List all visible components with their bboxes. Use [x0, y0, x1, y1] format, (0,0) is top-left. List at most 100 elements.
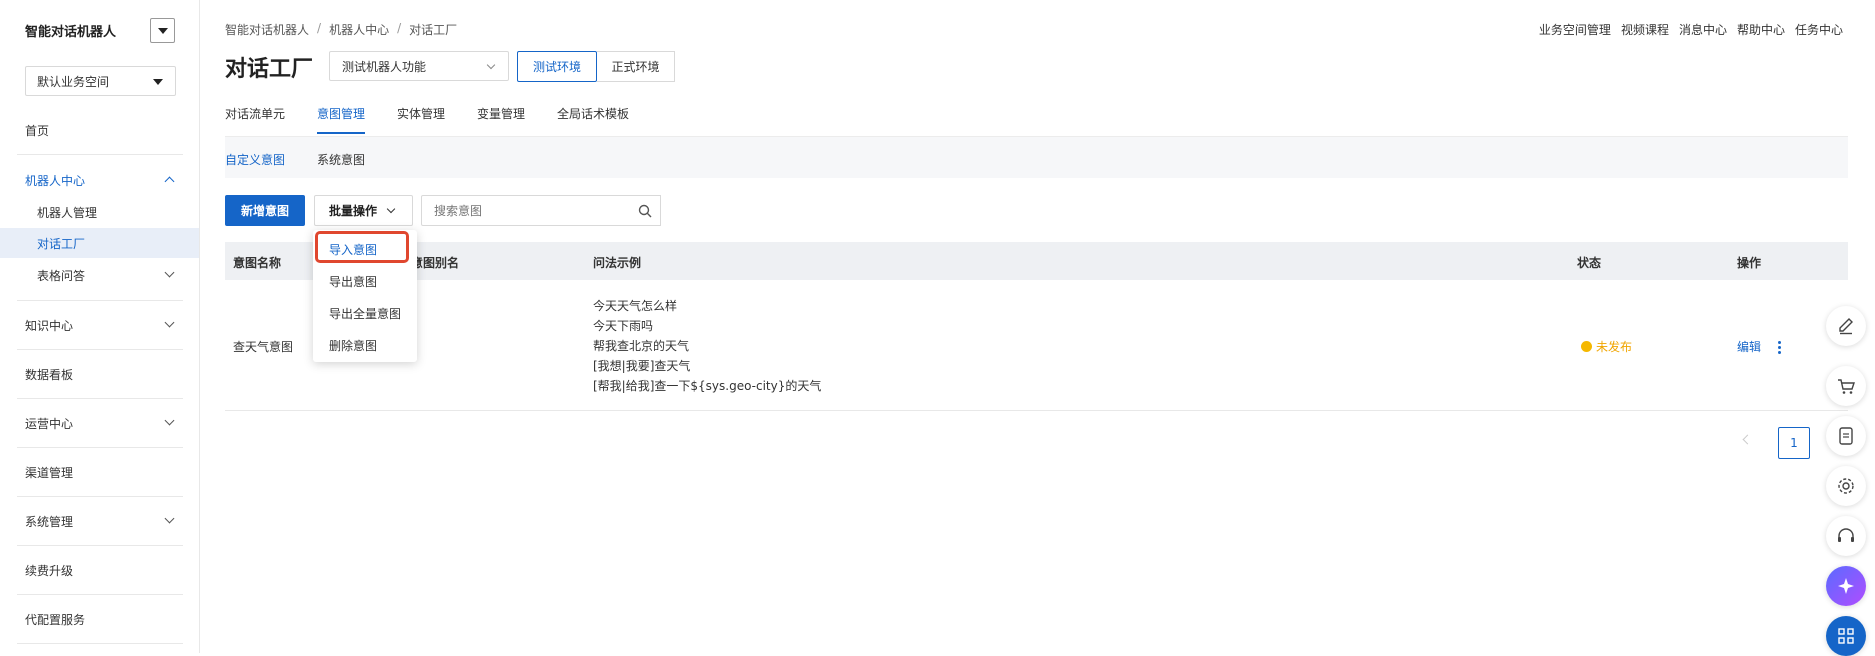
workspace-select[interactable]: 默认业务空间: [25, 66, 176, 96]
workspace-value: 默认业务空间: [37, 74, 110, 89]
search-input[interactable]: [421, 195, 631, 226]
page-title: 对话工厂: [225, 57, 314, 82]
prev-page-icon[interactable]: [1742, 434, 1753, 445]
link-task-center[interactable]: 任务中心: [1795, 21, 1843, 38]
sidebar-item-dashboard[interactable]: 数据看板: [0, 359, 199, 389]
divider: [17, 398, 183, 399]
breadcrumb-item[interactable]: 机器人中心: [329, 21, 389, 38]
chevron-up-icon: [164, 176, 175, 187]
more-actions-icon[interactable]: [1778, 341, 1781, 354]
link-workspace-management[interactable]: 业务空间管理: [1539, 21, 1611, 38]
app-switch-button[interactable]: [150, 18, 175, 43]
table-header: 意图名称 意图别名 问法示例 状态 操作: [225, 242, 1848, 280]
intent-name: 查天气意图: [233, 340, 294, 354]
sidebar-item-home[interactable]: 首页: [0, 115, 199, 145]
menu-item-export-intent[interactable]: 导出意图: [329, 273, 377, 290]
sidebar-item-channel-management[interactable]: 渠道管理: [0, 457, 199, 487]
sidebar-item-system-management[interactable]: 系统管理: [0, 506, 199, 536]
batch-operation-button[interactable]: 批量操作: [314, 195, 413, 226]
sidebar: 智能对话机器人 默认业务空间 首页 机器人中心 机器人管理 对话工厂 表格问答 …: [0, 0, 200, 653]
column-header: 问法示例: [593, 256, 642, 270]
sidebar-item-renewal[interactable]: 续费升级: [0, 555, 199, 585]
tab-global-template[interactable]: 全局话术模板: [557, 105, 629, 122]
chevron-down-icon: [164, 317, 175, 328]
status-dot-icon: [1581, 341, 1592, 352]
example-item: 帮我查北京的天气: [593, 339, 690, 353]
divider: [17, 594, 183, 595]
active-tab-indicator: [317, 132, 365, 134]
caret-down-icon: [153, 79, 163, 85]
sidebar-item-dialog-factory[interactable]: 对话工厂: [0, 228, 199, 258]
cart-icon: [1838, 379, 1855, 394]
edit-link[interactable]: 编辑: [1737, 338, 1761, 355]
bot-select[interactable]: 测试机器人功能: [329, 51, 509, 81]
float-settings-button[interactable]: [1826, 466, 1866, 506]
float-apps-button[interactable]: [1826, 616, 1866, 656]
edit-icon: [1839, 318, 1853, 335]
table-row: 查天气意图 今天天气怎么样 今天下雨吗 帮我查北京的天气 [我想|我要]查天气 …: [225, 280, 1848, 411]
chevron-down-icon: [164, 267, 175, 278]
breadcrumb-item[interactable]: 智能对话机器人: [225, 21, 309, 38]
float-app-button[interactable]: [1826, 416, 1866, 456]
subtab-system-intent[interactable]: 系统意图: [317, 151, 365, 168]
settings-icon: [1838, 478, 1854, 494]
subtab-bar: 自定义意图 系统意图: [225, 136, 1848, 178]
breadcrumb: 智能对话机器人 / 机器人中心 / 对话工厂: [225, 21, 457, 38]
tab-dialog-flow[interactable]: 对话流单元: [225, 105, 285, 122]
highlight-box: [315, 231, 409, 263]
float-support-button[interactable]: [1826, 516, 1866, 556]
tab-entity-management[interactable]: 实体管理: [397, 105, 445, 122]
apps-grid-icon: [1838, 628, 1854, 644]
float-ai-assistant-button[interactable]: [1826, 566, 1866, 606]
breadcrumb-item: 对话工厂: [409, 23, 458, 37]
env-prod-button[interactable]: 正式环境: [597, 51, 675, 82]
examples-list: 今天天气怎么样 今天下雨吗 帮我查北京的天气 [我想|我要]查天气 [帮我|给我…: [593, 296, 821, 396]
float-cart-button[interactable]: [1826, 366, 1866, 406]
sidebar-item-ops-center[interactable]: 运营中心: [0, 408, 199, 438]
ai-assistant-icon: [1838, 578, 1854, 594]
app-title: 智能对话机器人: [25, 25, 117, 40]
chevron-down-icon: [486, 60, 496, 70]
link-video-courses[interactable]: 视频课程: [1621, 21, 1669, 38]
divider: [17, 545, 183, 546]
bot-select-value: 测试机器人功能: [342, 59, 427, 74]
status-badge: 未发布: [1581, 338, 1632, 355]
column-header: 意图名称: [233, 256, 282, 270]
example-item: [帮我|给我]查一下${sys.geo-city}的天气: [593, 379, 822, 393]
breadcrumb-separator: /: [317, 21, 322, 35]
divider: [17, 300, 183, 301]
subtab-custom-intent[interactable]: 自定义意图: [225, 151, 285, 168]
menu-item-export-all-intents[interactable]: 导出全量意图: [329, 305, 401, 322]
example-item: 今天下雨吗: [593, 319, 654, 333]
tab-variable-management[interactable]: 变量管理: [477, 105, 525, 122]
chevron-down-icon: [164, 513, 175, 524]
menu-item-delete-intent[interactable]: 删除意图: [329, 337, 377, 354]
caret-down-icon: [157, 27, 168, 34]
page-number[interactable]: 1: [1778, 427, 1810, 459]
sidebar-item-bot-management[interactable]: 机器人管理: [0, 197, 199, 227]
link-message-center[interactable]: 消息中心: [1679, 21, 1727, 38]
column-header: 操作: [1737, 256, 1762, 270]
sidebar-item-bot-center[interactable]: 机器人中心: [0, 165, 199, 195]
tab-intent-management[interactable]: 意图管理: [317, 105, 365, 122]
breadcrumb-separator: /: [397, 21, 402, 35]
divider: [17, 496, 183, 497]
add-intent-button[interactable]: 新增意图: [225, 195, 305, 226]
search-button[interactable]: [630, 195, 661, 226]
divider: [17, 643, 183, 644]
env-test-button[interactable]: 测试环境: [517, 51, 597, 82]
search-icon: [638, 204, 652, 217]
column-header: 状态: [1577, 256, 1602, 270]
status-text: 未发布: [1596, 340, 1633, 354]
float-edit-button[interactable]: [1826, 306, 1866, 346]
link-help-center[interactable]: 帮助中心: [1737, 21, 1785, 38]
batch-operation-menu: 导入意图 导出意图 导出全量意图 删除意图: [313, 230, 417, 362]
sidebar-item-config-service[interactable]: 代配置服务: [0, 604, 199, 634]
example-item: [我想|我要]查天气: [593, 359, 691, 373]
column-header: 意图别名: [411, 256, 460, 270]
sidebar-item-table-qa[interactable]: 表格问答: [0, 260, 199, 290]
sidebar-item-knowledge-center[interactable]: 知识中心: [0, 310, 199, 340]
top-links: 业务空间管理 视频课程 消息中心 帮助中心 任务中心: [1539, 21, 1843, 38]
chevron-down-icon: [164, 415, 175, 426]
chevron-down-icon: [386, 204, 396, 214]
